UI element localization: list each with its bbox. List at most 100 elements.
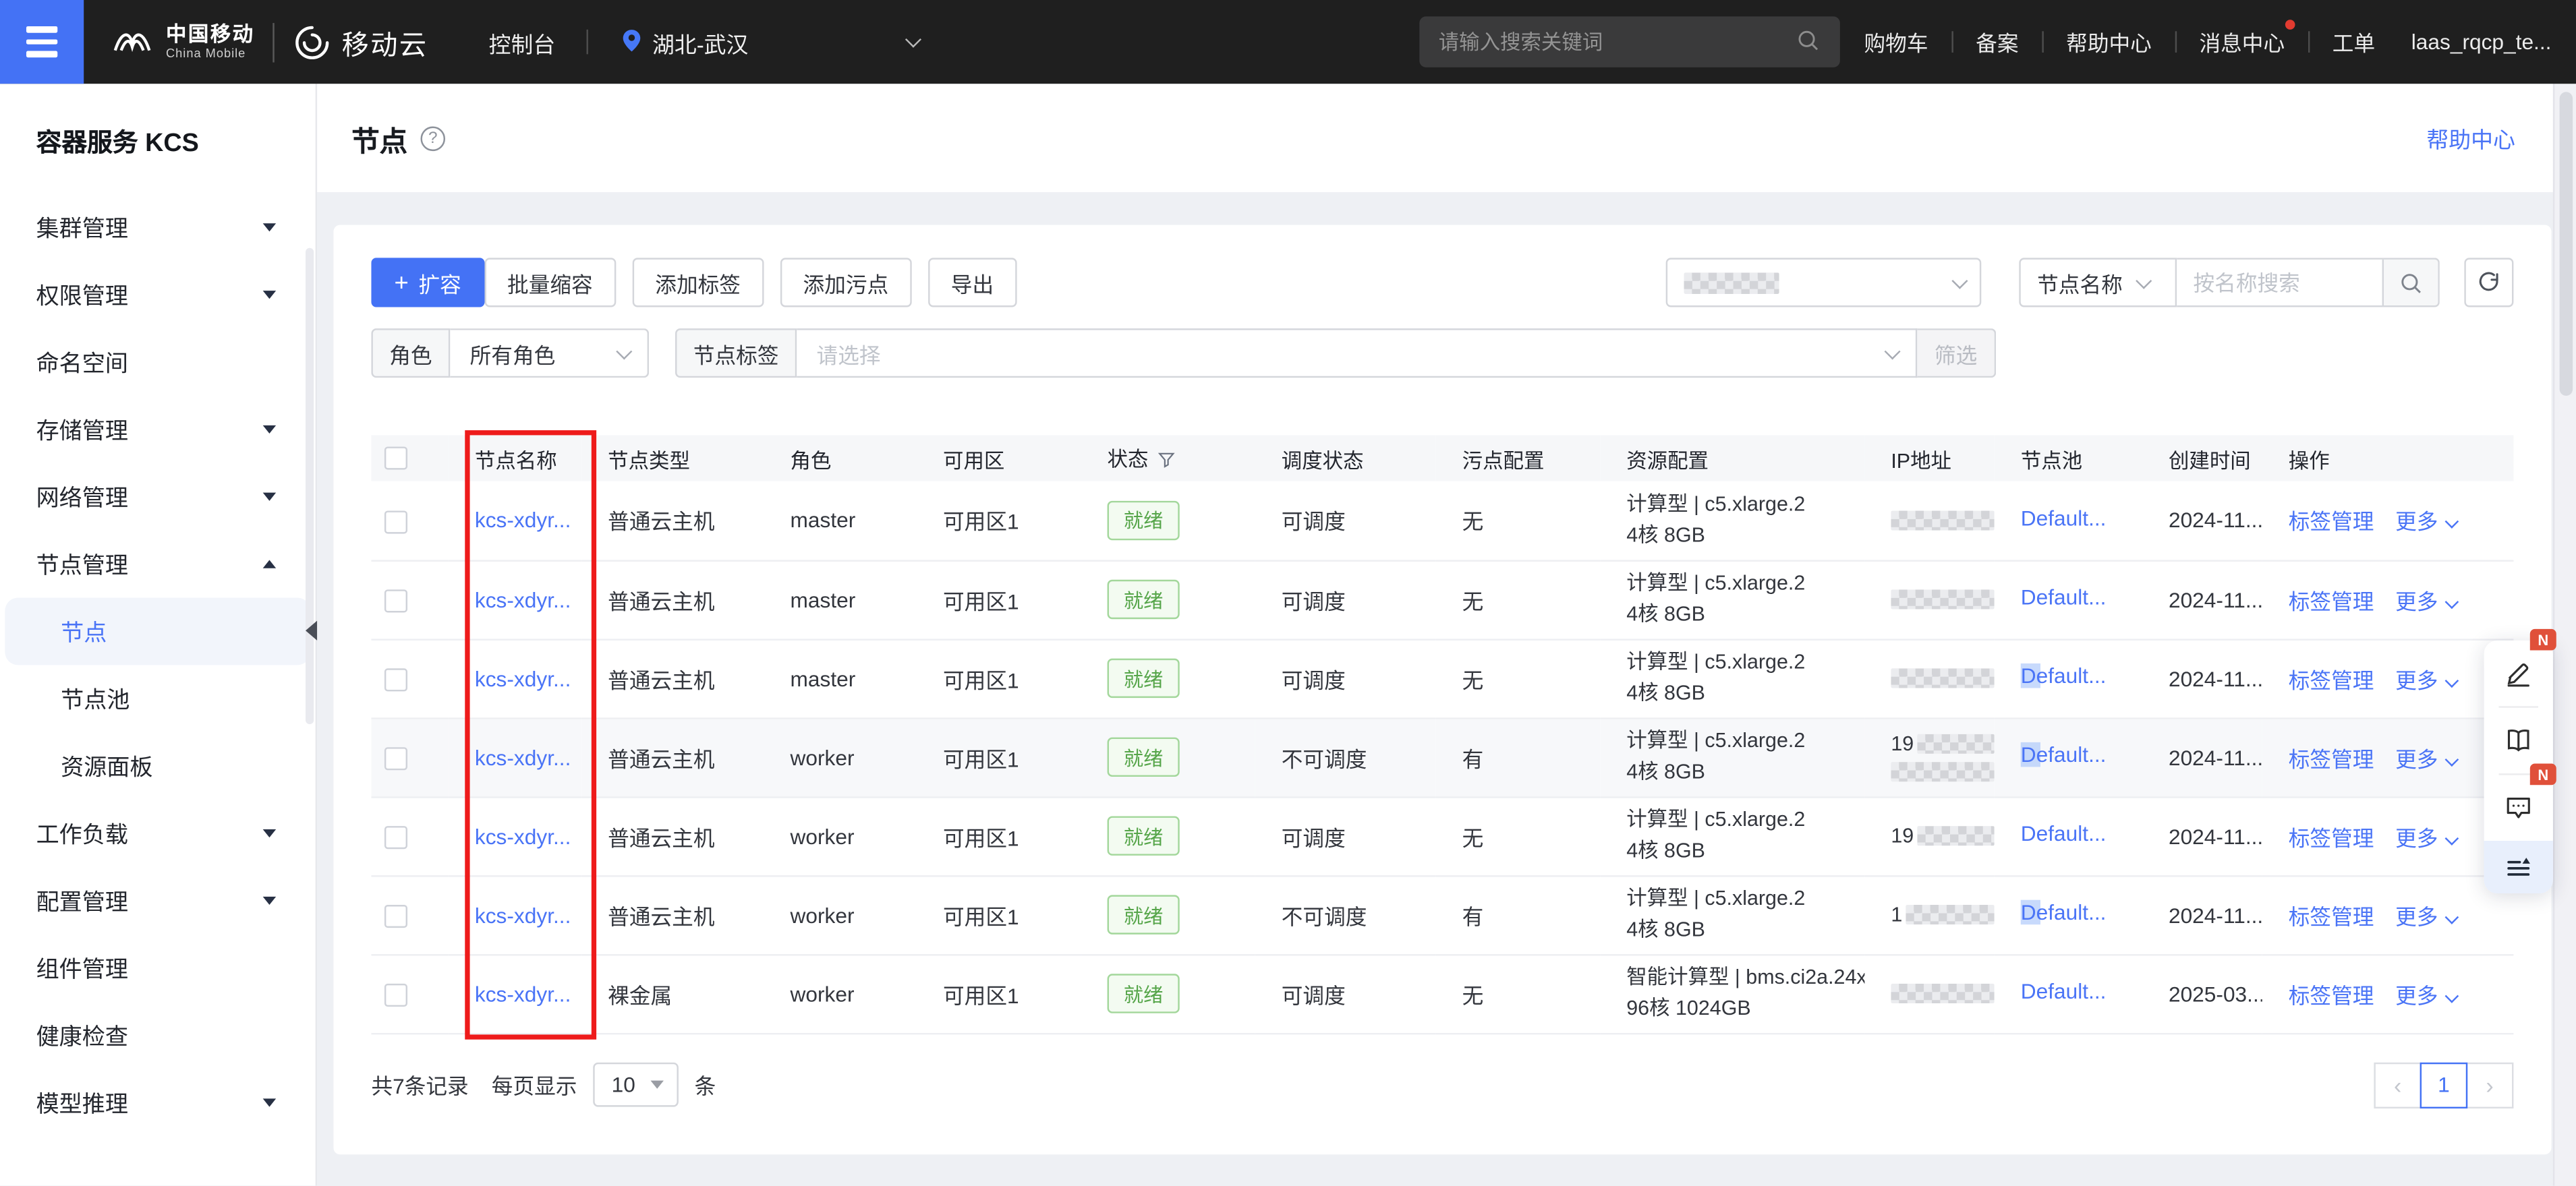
caret-down-icon [263, 1098, 276, 1106]
more-link[interactable]: 更多 [2395, 983, 2438, 1008]
sidebar-item-节点管理[interactable]: 节点管理 [0, 531, 316, 598]
chevron-down-icon[interactable] [2445, 831, 2459, 845]
node-pool-link[interactable]: Default... [2021, 663, 2107, 688]
label-manage-link[interactable]: 标签管理 [2289, 904, 2374, 929]
node-name-link[interactable]: kcs-xdyr... [475, 587, 571, 612]
panel-collapse-button[interactable] [2484, 841, 2553, 893]
more-link[interactable]: 更多 [2395, 589, 2438, 614]
search-button[interactable] [2382, 260, 2438, 305]
sidebar-item-节点池[interactable]: 节点池 [0, 665, 316, 732]
label-manage-link[interactable]: 标签管理 [2289, 589, 2374, 614]
search-icon[interactable] [1795, 27, 1820, 57]
add-label-button[interactable]: 添加标签 [632, 258, 764, 307]
role-filter-select[interactable]: 所有角色 [450, 328, 649, 378]
more-link[interactable]: 更多 [2395, 825, 2438, 850]
node-name-link[interactable]: kcs-xdyr... [475, 981, 571, 1006]
chevron-down-icon[interactable] [2445, 910, 2459, 924]
more-link[interactable]: 更多 [2395, 746, 2438, 771]
row-checkbox[interactable] [384, 826, 407, 849]
sidebar-item-权限管理[interactable]: 权限管理 [0, 261, 316, 328]
sidebar-collapse-handle[interactable] [306, 621, 317, 641]
row-checkbox[interactable] [384, 589, 407, 612]
topnav-message-center[interactable]: 消息中心 [2199, 23, 2285, 61]
more-link[interactable]: 更多 [2395, 510, 2438, 535]
hamburger-menu-button[interactable] [0, 0, 84, 84]
select-all-checkbox[interactable] [384, 447, 407, 470]
refresh-button[interactable] [2464, 258, 2513, 307]
more-link[interactable]: 更多 [2395, 904, 2438, 929]
node-name-link[interactable]: kcs-xdyr... [475, 902, 571, 927]
help-question-icon[interactable]: ? [421, 125, 446, 150]
scrollbar-thumb[interactable] [2560, 92, 2573, 396]
topnav-cart[interactable]: 购物车 [1864, 23, 1928, 61]
node-tag-filter-select[interactable]: 请选择 [797, 328, 1917, 378]
chevron-down-icon[interactable] [2445, 752, 2459, 766]
node-pool-link[interactable]: Default... [2021, 900, 2107, 925]
sidebar-item-存储管理[interactable]: 存储管理 [0, 396, 316, 463]
sidebar-item-健康检查[interactable]: 健康检查 [0, 1002, 316, 1069]
role-filter-label: 角色 [371, 328, 450, 378]
sidebar-item-网络管理[interactable]: 网络管理 [0, 463, 316, 531]
export-button[interactable]: 导出 [928, 258, 1017, 307]
page-size-select[interactable]: 10 [594, 1063, 678, 1107]
chevron-down-icon[interactable] [2445, 988, 2459, 1003]
global-search-box[interactable] [1419, 16, 1839, 67]
more-link[interactable]: 更多 [2395, 668, 2438, 692]
topnav-ticket[interactable]: 工单 [2332, 23, 2375, 61]
feedback-pencil-button[interactable]: N [2484, 641, 2553, 706]
node-pool-link[interactable]: Default... [2021, 506, 2107, 531]
prev-page-button[interactable]: ‹ [2374, 1062, 2422, 1108]
sidebar-item-节点[interactable]: 节点 [5, 598, 310, 665]
chevron-down-icon[interactable] [2445, 515, 2459, 529]
row-checkbox[interactable] [384, 668, 407, 691]
topnav-help-center[interactable]: 帮助中心 [2066, 23, 2152, 61]
sidebar-item-资源面板[interactable]: 资源面板 [0, 732, 316, 800]
label-manage-link[interactable]: 标签管理 [2289, 668, 2374, 692]
search-field-select[interactable]: 节点名称 [2019, 258, 2177, 307]
row-checkbox[interactable] [384, 510, 407, 533]
cell-ip-address [1864, 560, 1994, 639]
node-name-link[interactable]: kcs-xdyr... [475, 508, 571, 533]
page-number-1[interactable]: 1 [2420, 1062, 2468, 1108]
row-checkbox[interactable] [384, 904, 407, 927]
sidebar-item-集群管理[interactable]: 集群管理 [0, 194, 316, 261]
label-manage-link[interactable]: 标签管理 [2289, 510, 2374, 535]
node-pool-link[interactable]: Default... [2021, 979, 2107, 1004]
chevron-down-icon[interactable] [2445, 594, 2459, 608]
global-search-input[interactable] [1439, 30, 1796, 53]
label-manage-link[interactable]: 标签管理 [2289, 825, 2374, 850]
expand-capacity-button[interactable]: + 扩容 [371, 258, 484, 307]
sidebar-item-组件管理[interactable]: 组件管理 [0, 935, 316, 1002]
row-checkbox[interactable] [384, 747, 407, 770]
label-manage-link[interactable]: 标签管理 [2289, 983, 2374, 1008]
node-name-link[interactable]: kcs-xdyr... [475, 745, 571, 770]
node-pool-link[interactable]: Default... [2021, 742, 2107, 767]
chevron-down-icon[interactable] [2445, 673, 2459, 687]
node-name-link[interactable]: kcs-xdyr... [475, 666, 571, 691]
node-pool-link[interactable]: Default... [2021, 821, 2107, 846]
sidebar-item-模型推理[interactable]: 模型推理 [0, 1069, 316, 1137]
page-scrollbar[interactable] [2553, 84, 2576, 1185]
node-pool-link[interactable]: Default... [2021, 585, 2107, 610]
label-manage-link[interactable]: 标签管理 [2289, 746, 2374, 771]
filter-funnel-icon[interactable] [1157, 452, 1176, 475]
account-name[interactable]: laas_rqcp_te... [2411, 30, 2552, 55]
help-center-link[interactable]: 帮助中心 [2426, 121, 2515, 154]
node-search-input[interactable] [2177, 260, 2382, 305]
sidebar-item-命名空间[interactable]: 命名空间 [0, 328, 316, 396]
sidebar-scrollbar-thumb[interactable] [305, 248, 313, 724]
chat-feedback-button[interactable]: N [2484, 775, 2553, 841]
add-taint-button[interactable]: 添加污点 [780, 258, 911, 307]
next-page-button[interactable]: › [2466, 1062, 2514, 1108]
cluster-select[interactable] [1666, 258, 1982, 307]
batch-shrink-button[interactable]: 批量缩容 [484, 258, 616, 307]
console-link[interactable]: 控制台 [489, 26, 556, 59]
region-selector[interactable]: 湖北-武汉 [619, 26, 916, 59]
row-checkbox[interactable] [384, 983, 407, 1006]
sidebar-item-工作负载[interactable]: 工作负载 [0, 800, 316, 867]
row-checkbox-cell [371, 717, 448, 796]
topnav-beian[interactable]: 备案 [1976, 23, 2018, 61]
filter-apply-button[interactable]: 筛选 [1917, 328, 1996, 378]
node-name-link[interactable]: kcs-xdyr... [475, 823, 571, 848]
sidebar-item-配置管理[interactable]: 配置管理 [0, 867, 316, 935]
